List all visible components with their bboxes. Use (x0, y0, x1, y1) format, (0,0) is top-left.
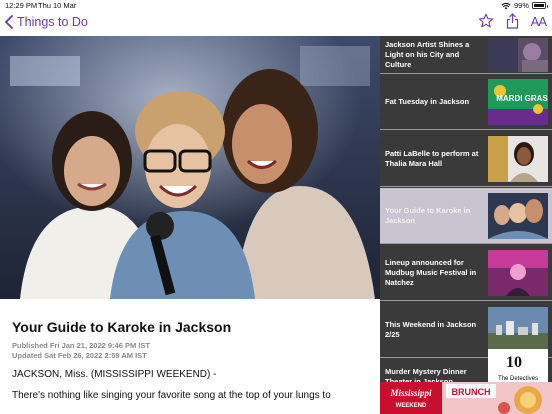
battery-percent: 99% (513, 1, 529, 10)
related-story-title: Lineup announced for Mudbug Music Festiv… (385, 257, 477, 287)
related-story-item[interactable]: Jackson Artist Shines a Light on his Cit… (380, 36, 552, 74)
back-button[interactable]: Things to Do (4, 15, 88, 29)
related-story-item-active[interactable]: Your Guide to Karoke in Jackson (380, 188, 552, 244)
wifi-icon (501, 2, 511, 9)
chevron-left-icon (5, 15, 13, 29)
nav-actions: AA (478, 13, 547, 29)
related-story-thumbnail (488, 135, 548, 182)
ad-brand: Mississippi (389, 388, 432, 398)
related-story-item[interactable]: Lineup announced for Mudbug Music Festiv… (380, 245, 552, 301)
published-date: Published Fri Jan 21, 2022 9:46 PM IST (12, 341, 150, 350)
share-icon[interactable] (506, 13, 519, 29)
related-story-thumbnail: MARDI GRAS (488, 78, 548, 125)
status-date: Thu 10 Mar (38, 1, 77, 10)
related-story-thumbnail (488, 306, 548, 353)
text-size-button[interactable]: AA (530, 13, 547, 29)
related-story-title: Jackson Artist Shines a Light on his Cit… (385, 39, 470, 69)
status-bar: 12:29 PM Thu 10 Mar 99% (0, 0, 552, 12)
favorite-star-icon[interactable] (478, 13, 494, 29)
related-story-thumbnail: 10 The Detectives (488, 349, 548, 383)
battery-icon (532, 2, 548, 9)
status-time: 12:29 PM (5, 1, 38, 10)
ad-word: BRUNCH (452, 387, 491, 397)
ad-banner[interactable]: Mississippi WEEKEND BRUNCH (380, 382, 552, 414)
related-story-item[interactable]: Murder Mystery Dinner Theater in Jackson… (380, 349, 552, 386)
related-story-item[interactable]: Fat Tuesday in Jackson MARDI GRAS (380, 74, 552, 130)
article-headline: Your Guide to Karoke in Jackson (12, 319, 232, 335)
related-story-title: Your Guide to Karoke in Jackson (385, 205, 471, 225)
text-size-label: AA (530, 13, 547, 29)
related-story-thumbnail (488, 37, 548, 72)
status-right: 99% (501, 1, 548, 10)
updated-date: Updated Sat Feb 26, 2022 2:59 AM IST (12, 351, 147, 360)
related-stories-panel: Jackson Artist Shines a Light on his Cit… (380, 36, 552, 386)
related-story-title: This Weekend in Jackson 2/25 (385, 319, 477, 339)
article: Your Guide to Karoke in Jackson Publishe… (0, 299, 380, 414)
back-button-label: Things to Do (17, 15, 88, 29)
article-dateline: JACKSON, Miss. (MISSISSIPPI WEEKEND) - (12, 369, 217, 380)
article-body: There's nothing like singing your favori… (12, 390, 331, 401)
related-story-thumbnail (488, 192, 548, 239)
ad-brand-sub: WEEKEND (396, 403, 427, 409)
thumb-text: MARDI GRAS (496, 94, 548, 103)
thumb-number: 10 (506, 354, 522, 371)
related-story-title: Fat Tuesday in Jackson (385, 96, 470, 106)
related-story-title: Patti LaBelle to perform at Thalia Mara … (385, 148, 479, 168)
nav-bar: Things to Do (0, 12, 380, 36)
related-story-thumbnail (488, 249, 548, 296)
hero-image (0, 36, 380, 299)
related-story-item[interactable]: Patti LaBelle to perform at Thalia Mara … (380, 131, 552, 187)
